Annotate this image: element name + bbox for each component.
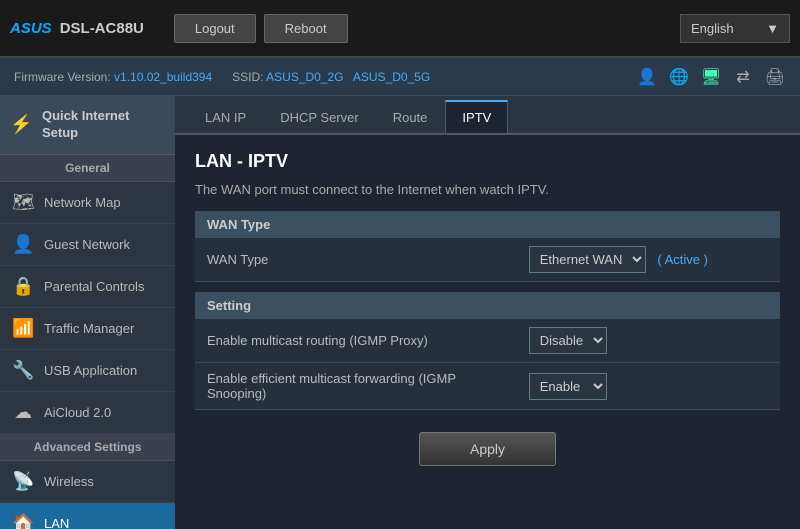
- page-content: LAN - IPTV The WAN port must connect to …: [175, 135, 800, 494]
- user-icon[interactable]: 👤: [636, 66, 658, 88]
- usb-application-label: USB Application: [44, 363, 137, 378]
- lan-label: LAN: [44, 516, 69, 529]
- topbar: ASUS DSL-AC88U Logout Reboot English ▼: [0, 0, 800, 58]
- logo-brand: ASUS: [10, 20, 52, 37]
- topbar-buttons: Logout Reboot: [174, 14, 348, 43]
- reboot-button[interactable]: Reboot: [264, 14, 348, 43]
- sidebar-item-usb-application[interactable]: 🔧 USB Application: [0, 350, 175, 392]
- wan-type-row: WAN Type Ethernet WAN USB ( Active ): [195, 238, 780, 282]
- wireless-icon: 📡: [12, 471, 34, 492]
- tab-bar: LAN IP DHCP Server Route IPTV: [175, 96, 800, 135]
- firmware-version-link[interactable]: v1.10.02_build394: [114, 70, 212, 84]
- sidebar-item-network-map[interactable]: 🗺 Network Map: [0, 182, 175, 224]
- wan-type-value: Ethernet WAN USB ( Active ): [517, 238, 780, 282]
- guest-network-label: Guest Network: [44, 237, 130, 252]
- setting-header: Setting: [195, 292, 780, 319]
- parental-controls-label: Parental Controls: [44, 279, 144, 294]
- traffic-manager-label: Traffic Manager: [44, 321, 134, 336]
- ssid-info: SSID: ASUS_D0_2G ASUS_D0_5G: [232, 70, 430, 84]
- usb-icon[interactable]: ⇄: [732, 66, 754, 88]
- sidebar-item-lan[interactable]: 🏠 LAN: [0, 503, 175, 529]
- sidebar-general-items: 🗺 Network Map 👤 Guest Network 🔒 Parental…: [0, 182, 175, 434]
- tab-lan-ip[interactable]: LAN IP: [189, 100, 262, 133]
- sidebar-item-traffic-manager[interactable]: 📶 Traffic Manager: [0, 308, 175, 350]
- apply-row: Apply: [195, 420, 780, 478]
- setting-table: Setting Enable multicast routing (IGMP P…: [195, 292, 780, 410]
- ssid-2g-link[interactable]: ASUS_D0_2G: [266, 70, 343, 84]
- page-title: LAN - IPTV: [195, 151, 780, 172]
- globe-icon[interactable]: 🌐: [668, 66, 690, 88]
- sidebar-item-aicloud[interactable]: ☁ AiCloud 2.0: [0, 392, 175, 434]
- multicast-forwarding-row: Enable efficient multicast forwarding (I…: [195, 363, 780, 410]
- firmware-label: Firmware Version:: [14, 70, 111, 84]
- sidebar-item-wireless[interactable]: 📡 Wireless: [0, 461, 175, 503]
- logo: ASUS DSL-AC88U: [10, 20, 144, 37]
- advanced-section-header: Advanced Settings: [0, 434, 175, 461]
- usb-application-icon: 🔧: [12, 360, 34, 381]
- multicast-forwarding-select[interactable]: Enable Disable: [529, 373, 607, 400]
- traffic-manager-icon: 📶: [12, 318, 34, 339]
- tab-route[interactable]: Route: [377, 100, 444, 133]
- network-icon[interactable]: 🖥: [700, 66, 722, 88]
- header-icons: 👤 🌐 🖥 ⇄ 🖨: [636, 66, 786, 88]
- multicast-routing-row: Enable multicast routing (IGMP Proxy) Di…: [195, 319, 780, 363]
- guest-network-icon: 👤: [12, 234, 34, 255]
- sidebar-item-parental-controls[interactable]: 🔒 Parental Controls: [0, 266, 175, 308]
- network-map-icon: 🗺: [12, 192, 34, 213]
- wan-type-header: WAN Type: [195, 211, 780, 238]
- multicast-routing-select[interactable]: Disable Enable: [529, 327, 607, 354]
- lan-icon: 🏠: [12, 513, 34, 529]
- general-section-header: General: [0, 155, 175, 182]
- tab-dhcp-server[interactable]: DHCP Server: [264, 100, 375, 133]
- sidebar-item-guest-network[interactable]: 👤 Guest Network: [0, 224, 175, 266]
- language-label: English: [691, 21, 734, 36]
- quick-setup-icon: ⚡: [10, 114, 32, 135]
- firmware-info: Firmware Version: v1.10.02_build394: [14, 70, 212, 84]
- wireless-label: Wireless: [44, 474, 94, 489]
- ssid-5g-link[interactable]: ASUS_D0_5G: [353, 70, 430, 84]
- multicast-forwarding-label: Enable efficient multicast forwarding (I…: [195, 363, 517, 410]
- tab-iptv[interactable]: IPTV: [445, 100, 508, 133]
- sidebar: ⚡ Quick InternetSetup General 🗺 Network …: [0, 96, 175, 529]
- parental-controls-icon: 🔒: [12, 276, 34, 297]
- wan-type-select[interactable]: Ethernet WAN USB: [529, 246, 646, 273]
- wan-type-label: WAN Type: [195, 238, 517, 282]
- quick-setup[interactable]: ⚡ Quick InternetSetup: [0, 96, 175, 155]
- network-map-label: Network Map: [44, 195, 121, 210]
- language-selector[interactable]: English ▼: [680, 14, 790, 43]
- logout-button[interactable]: Logout: [174, 14, 256, 43]
- aicloud-icon: ☁: [12, 402, 34, 423]
- logo-model: DSL-AC88U: [60, 20, 144, 37]
- chevron-down-icon: ▼: [766, 21, 779, 36]
- quick-setup-text: Quick InternetSetup: [42, 108, 129, 142]
- aicloud-label: AiCloud 2.0: [44, 405, 111, 420]
- print-icon[interactable]: 🖨: [764, 66, 786, 88]
- page-description: The WAN port must connect to the Interne…: [195, 182, 780, 197]
- multicast-routing-value: Disable Enable: [517, 319, 780, 363]
- multicast-routing-label: Enable multicast routing (IGMP Proxy): [195, 319, 517, 363]
- subheader: Firmware Version: v1.10.02_build394 SSID…: [0, 58, 800, 96]
- ssid-label: SSID:: [232, 70, 263, 84]
- wan-type-status: ( Active ): [657, 252, 708, 267]
- main: ⚡ Quick InternetSetup General 🗺 Network …: [0, 96, 800, 529]
- wan-type-table: WAN Type WAN Type Ethernet WAN USB ( Act…: [195, 211, 780, 282]
- apply-button[interactable]: Apply: [419, 432, 556, 466]
- content-area: LAN IP DHCP Server Route IPTV LAN - IPTV…: [175, 96, 800, 529]
- multicast-forwarding-value: Enable Disable: [517, 363, 780, 410]
